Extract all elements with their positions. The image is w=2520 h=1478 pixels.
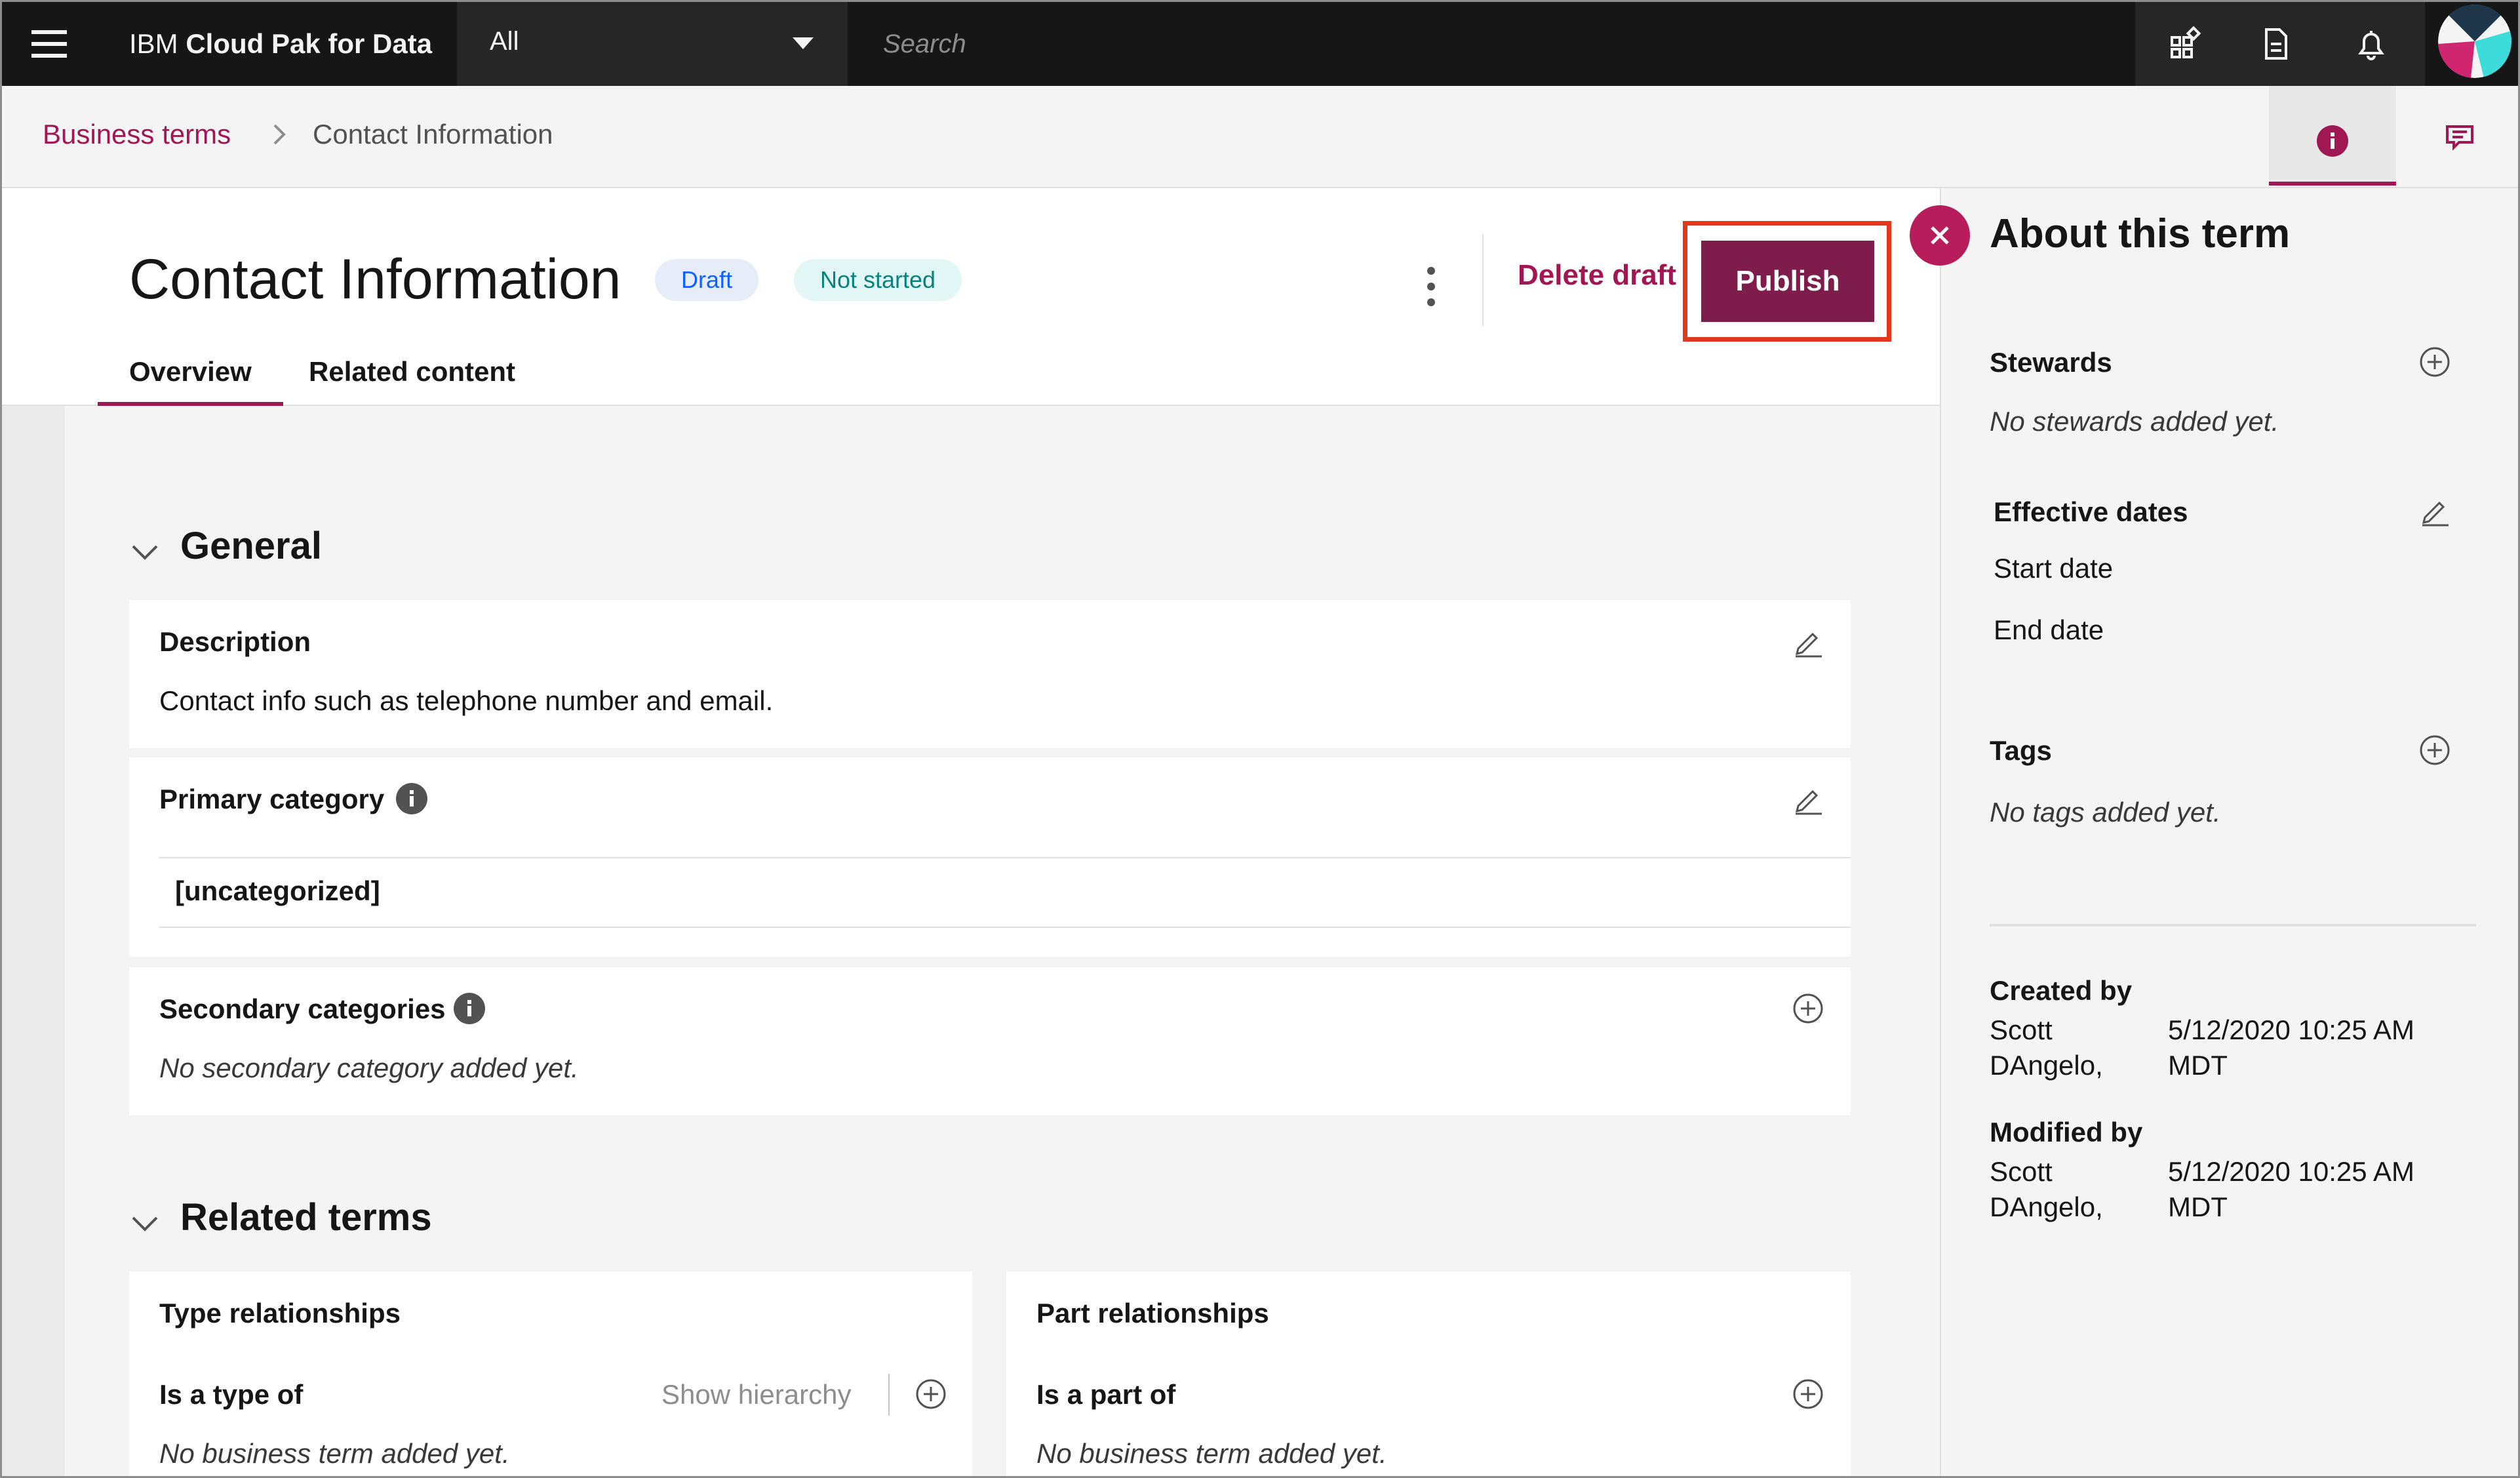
tab-details-panel[interactable]: [2269, 86, 2396, 186]
created-date: 5/12/2020 10:25 AM: [2168, 1014, 2414, 1045]
primary-category-card: Primary category [uncategorized]: [129, 757, 1851, 957]
primary-category-value: [uncategorized]: [175, 875, 380, 906]
is-a-type-of-label: Is a type of: [159, 1379, 304, 1410]
bell-icon[interactable]: [2338, 11, 2404, 77]
modified-by-label: Modified by: [1990, 1117, 2143, 1148]
secondary-categories-card: Secondary categories No secondary catego…: [129, 967, 1851, 1115]
publish-button[interactable]: Publish: [1701, 241, 1874, 322]
is-a-part-of-label: Is a part of: [1036, 1379, 1176, 1410]
brand-name: Cloud Pak for Data: [186, 28, 433, 59]
breadcrumb-current: Contact Information: [313, 119, 553, 150]
type-relationships-label: Type relationships: [159, 1298, 401, 1328]
tab-comments-panel[interactable]: [2396, 86, 2518, 186]
primary-category-value-box: [uncategorized]: [159, 857, 1851, 928]
tab-related-content[interactable]: Related content: [277, 343, 547, 406]
breadcrumb-link-business-terms[interactable]: Business terms: [43, 119, 231, 150]
info-icon: [2317, 125, 2348, 157]
tab-overview[interactable]: Overview: [98, 343, 283, 406]
tags-empty: No tags added yet.: [1990, 797, 2221, 828]
top-nav-bar: IBM Cloud Pak for Data All: [2, 2, 2518, 86]
chevron-right-icon: [269, 121, 289, 148]
end-date-label: End date: [1994, 614, 2104, 645]
part-relationships-label: Part relationships: [1036, 1298, 1269, 1328]
part-relationships-empty: No business term added yet.: [1036, 1438, 1387, 1469]
secondary-categories-label: Secondary categories: [159, 993, 446, 1024]
close-icon[interactable]: [1910, 205, 1970, 266]
section-general-heading: General: [180, 525, 322, 567]
avatar[interactable]: [2438, 5, 2511, 78]
primary-category-label: Primary category: [159, 784, 385, 814]
stewards-empty: No stewards added yet.: [1990, 406, 2279, 437]
created-by-name-first: Scott: [1990, 1014, 2053, 1045]
effective-dates-label: Effective dates: [1994, 496, 2188, 527]
divider: [1990, 924, 2476, 927]
user-menu: [2425, 2, 2518, 86]
edit-icon[interactable]: [1792, 782, 1824, 815]
description-card: Description Contact info such as telepho…: [129, 600, 1851, 748]
modified-by-name-first: Scott: [1990, 1156, 2053, 1187]
scope-selected-value: All: [490, 27, 519, 56]
brand-prefix: IBM: [129, 28, 178, 59]
status-badge: Not started: [794, 259, 962, 301]
top-icon-group: [2135, 2, 2425, 86]
overflow-menu-icon[interactable]: [1405, 254, 1457, 319]
created-by-label: Created by: [1990, 975, 2133, 1006]
chat-icon: [2446, 125, 2473, 151]
description-label: Description: [159, 626, 311, 657]
term-overview-content: General Description Contact info such as…: [2, 406, 1940, 1476]
draft-badge: Draft: [655, 259, 759, 301]
show-hierarchy-link[interactable]: Show hierarchy: [661, 1379, 851, 1410]
edit-icon[interactable]: [1792, 625, 1824, 658]
section-related-terms-heading: Related terms: [180, 1196, 432, 1239]
app-window: IBM Cloud Pak for Data All Search Busine…: [0, 0, 2520, 1478]
scope-dropdown[interactable]: All: [457, 2, 848, 86]
modified-timezone: MDT: [2168, 1191, 2228, 1222]
document-icon[interactable]: [2243, 11, 2308, 77]
part-relationships-card: Part relationships Is a part of No busin…: [1006, 1271, 1851, 1476]
modified-by-name-last: DAngelo,: [1990, 1191, 2103, 1222]
panel-title: About this term: [1990, 211, 2291, 256]
delete-draft-button[interactable]: Delete draft: [1518, 259, 1676, 292]
divider: [888, 1374, 890, 1416]
stewards-label: Stewards: [1990, 347, 2112, 378]
app-switcher-icon[interactable]: [2152, 11, 2218, 77]
content-gutter: [2, 406, 65, 1476]
modified-date: 5/12/2020 10:25 AM: [2168, 1156, 2414, 1187]
add-icon[interactable]: [915, 1378, 947, 1410]
info-icon[interactable]: [453, 992, 486, 1025]
add-icon[interactable]: [1792, 992, 1824, 1025]
caret-down-icon: [793, 37, 814, 49]
about-term-panel: About this term Stewards No stewards add…: [1940, 188, 2518, 1476]
page-title: Contact Information: [129, 248, 621, 311]
term-header: Contact Information Draft Not started De…: [2, 188, 1940, 406]
product-brand[interactable]: IBM Cloud Pak for Data: [129, 2, 432, 86]
tags-label: Tags: [1990, 735, 2052, 766]
type-relationships-card: Type relationships Is a type of Show hie…: [129, 1271, 972, 1476]
hamburger-icon[interactable]: [16, 11, 82, 77]
divider: [1482, 234, 1484, 326]
add-icon[interactable]: [2418, 346, 2451, 378]
breadcrumb: Business terms Contact Information: [2, 86, 2518, 188]
edit-icon[interactable]: [2418, 494, 2451, 527]
global-search: [849, 2, 2135, 86]
secondary-categories-empty: No secondary category added yet.: [159, 1052, 579, 1083]
add-icon[interactable]: [2418, 734, 2451, 767]
type-relationships-empty: No business term added yet.: [159, 1438, 510, 1469]
start-date-label: Start date: [1994, 553, 2114, 584]
chevron-down-icon[interactable]: [130, 542, 159, 562]
created-timezone: MDT: [2168, 1050, 2228, 1081]
search-input[interactable]: [883, 18, 1998, 70]
created-by-name-last: DAngelo,: [1990, 1050, 2103, 1081]
chevron-down-icon[interactable]: [130, 1214, 159, 1233]
add-icon[interactable]: [1792, 1378, 1824, 1410]
description-text: Contact info such as telephone number an…: [159, 685, 774, 716]
info-icon[interactable]: [395, 782, 428, 815]
